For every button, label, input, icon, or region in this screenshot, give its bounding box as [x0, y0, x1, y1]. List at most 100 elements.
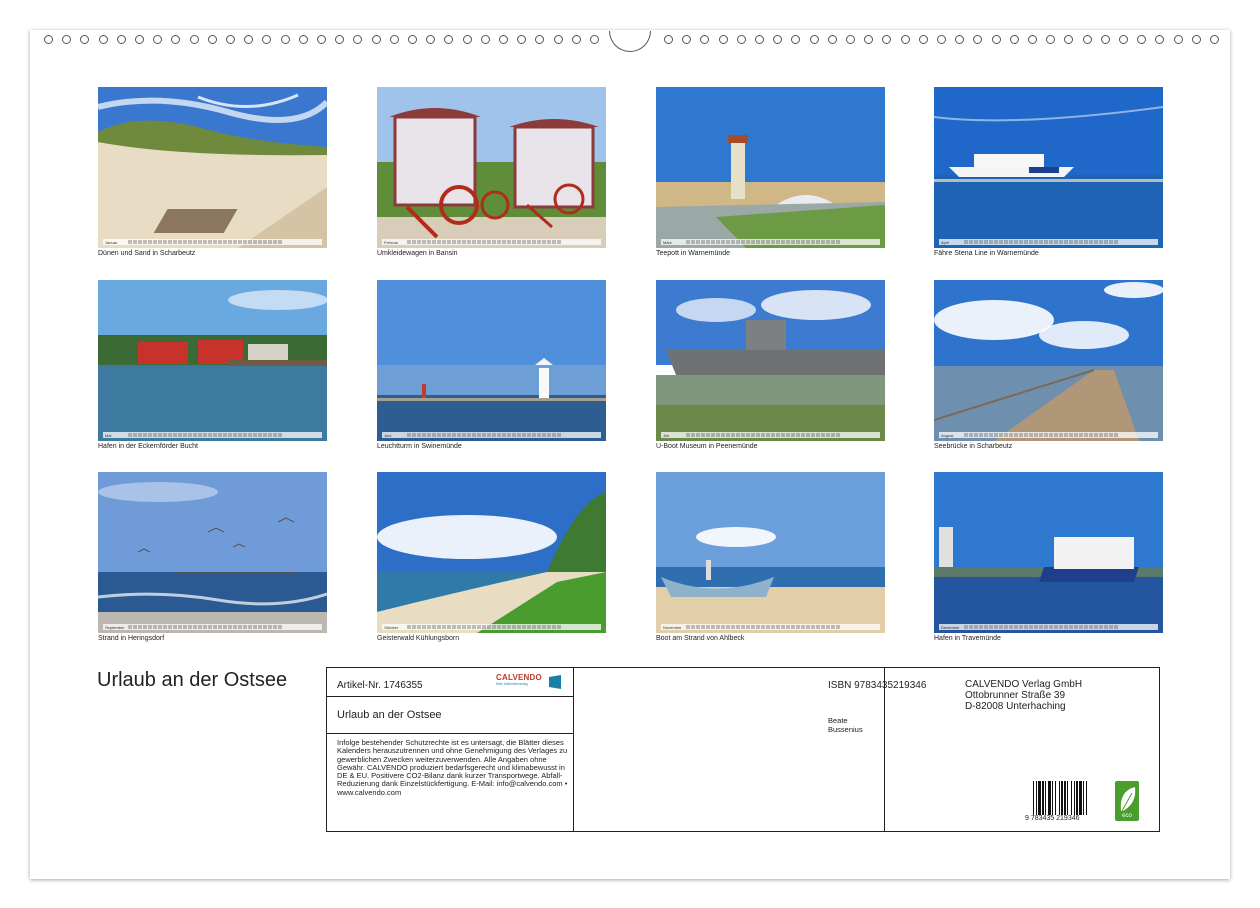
day-marker [1079, 240, 1083, 244]
day-marker [507, 625, 511, 629]
binding-ring [590, 35, 599, 44]
day-marker [218, 240, 222, 244]
barcode-digits: 9 783435 219346 [1025, 815, 1080, 822]
month-label: Januar [105, 239, 118, 245]
day-marker [781, 240, 785, 244]
day-marker [751, 625, 755, 629]
day-marker [497, 240, 501, 244]
day-marker [984, 625, 988, 629]
day-marker [412, 433, 416, 437]
day-marker [427, 433, 431, 437]
day-marker [128, 240, 132, 244]
day-marker [731, 240, 735, 244]
day-marker [547, 625, 551, 629]
day-marker [527, 433, 531, 437]
binding-ring [116, 35, 126, 44]
photo-ahlbeck-boat: November [656, 472, 885, 633]
day-marker [1084, 433, 1088, 437]
day-marker [701, 625, 705, 629]
day-marker [542, 433, 546, 437]
day-marker [238, 625, 242, 629]
day-marker [1039, 240, 1043, 244]
day-marker [183, 625, 187, 629]
day-marker [198, 625, 202, 629]
day-marker [273, 433, 277, 437]
month-label: Oktober [384, 624, 399, 630]
day-marker [253, 433, 257, 437]
day-marker [263, 625, 267, 629]
day-marker [1099, 433, 1103, 437]
photo-caption: Leuchtturm in Swinemünde [377, 443, 462, 450]
month-label: Mai [105, 432, 112, 438]
day-marker [168, 625, 172, 629]
binding-ring [280, 35, 290, 44]
day-marker [447, 625, 451, 629]
binding-ring [1009, 35, 1019, 44]
day-marker [203, 625, 207, 629]
binding-ring [426, 35, 436, 44]
photo-caption: Strand in Heringsdorf [98, 635, 165, 642]
day-marker [691, 240, 695, 244]
day-marker [133, 433, 137, 437]
day-marker [1014, 625, 1018, 629]
month-label: April [941, 239, 950, 245]
day-marker [193, 240, 197, 244]
day-marker [183, 240, 187, 244]
binding-ring [462, 35, 472, 44]
day-marker [522, 240, 526, 244]
day-marker [218, 433, 222, 437]
day-marker [437, 240, 441, 244]
day-marker [442, 625, 446, 629]
day-marker [497, 433, 501, 437]
day-marker [1064, 433, 1068, 437]
binding-ring [664, 35, 673, 44]
day-marker [263, 240, 267, 244]
day-marker [686, 240, 690, 244]
photo-caption: Teepott in Warnemünde [656, 250, 731, 257]
day-marker [816, 240, 820, 244]
barcode-bar [1083, 781, 1084, 815]
day-marker [422, 240, 426, 244]
day-marker [183, 433, 187, 437]
day-marker [691, 433, 695, 437]
month-label: März [663, 239, 672, 245]
day-marker [826, 240, 830, 244]
day-marker [462, 240, 466, 244]
day-marker [253, 240, 257, 244]
day-marker [158, 240, 162, 244]
day-marker [517, 625, 521, 629]
day-marker [472, 240, 476, 244]
photo-ferry: April [934, 87, 1163, 248]
day-marker [969, 625, 973, 629]
day-marker [1014, 433, 1018, 437]
day-marker [193, 625, 197, 629]
day-marker [1014, 240, 1018, 244]
day-marker [537, 625, 541, 629]
day-marker [1004, 433, 1008, 437]
day-marker [756, 625, 760, 629]
day-marker [1074, 625, 1078, 629]
day-marker [432, 240, 436, 244]
barcode-bar [1038, 781, 1041, 815]
day-marker [761, 240, 765, 244]
barcode-bar [1033, 781, 1034, 815]
day-marker [979, 625, 983, 629]
day-marker [193, 433, 197, 437]
day-marker [238, 240, 242, 244]
day-marker [557, 625, 561, 629]
product-info-box: Artikel-Nr. 1746355 CALVENDO Kein Kalend… [326, 667, 1160, 832]
photo-caption: Umkleidewagen in Bansin [377, 250, 458, 257]
binding-ring [682, 35, 692, 44]
day-marker [133, 240, 137, 244]
day-marker [422, 433, 426, 437]
day-marker [984, 433, 988, 437]
photo-caption: Hafen in Travemünde [934, 635, 1001, 642]
day-marker [964, 625, 968, 629]
day-marker [148, 240, 152, 244]
day-marker [243, 433, 247, 437]
binding-ring [1082, 35, 1092, 44]
day-marker [974, 240, 978, 244]
day-marker [447, 433, 451, 437]
publisher-name: CALVENDO Verlag GmbH [965, 679, 1083, 690]
day-marker [1109, 240, 1113, 244]
